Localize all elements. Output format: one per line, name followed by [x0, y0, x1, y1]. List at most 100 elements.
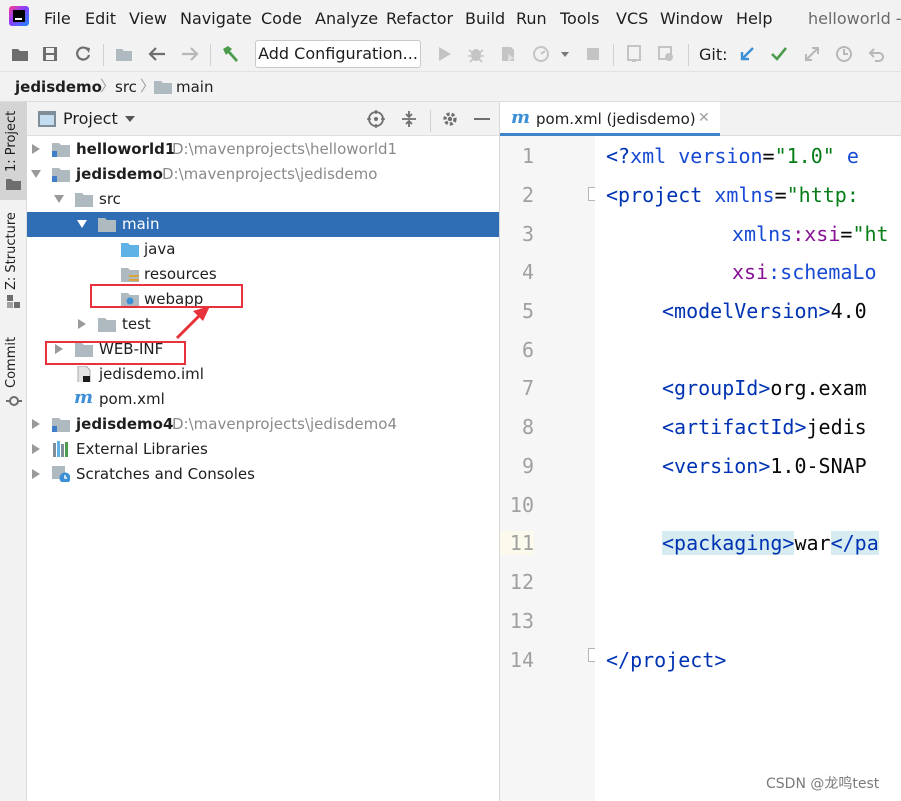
- tree-item-label: jedisdemo: [76, 165, 163, 183]
- header-separator: [430, 110, 431, 132]
- menu-build[interactable]: Build: [465, 9, 505, 29]
- project-tab-text: 1: Project: [4, 110, 19, 172]
- profile-icon[interactable]: [531, 44, 551, 64]
- tree-item-pom-xml[interactable]: m pom.xml: [27, 387, 499, 412]
- menu-analyze[interactable]: Analyze: [315, 9, 378, 29]
- forward-arrow-icon[interactable]: [180, 44, 200, 64]
- collapse-all-icon[interactable]: [399, 109, 419, 129]
- code-editor[interactable]: <?xml version="1.0" e <project xmlns="ht…: [595, 136, 901, 801]
- chevron-right-icon[interactable]: [31, 444, 41, 454]
- tree-item-external-libraries[interactable]: External Libraries: [27, 437, 499, 462]
- menu-navigate[interactable]: Navigate: [180, 9, 252, 29]
- breadcrumb: jedisdemo 〉 src 〉 main: [0, 72, 901, 102]
- line-number: 12: [509, 570, 534, 594]
- tree-item-label: main: [122, 215, 160, 233]
- minimize-icon[interactable]: [472, 109, 492, 129]
- annotation-arrow-icon: [175, 306, 210, 340]
- coverage-icon[interactable]: [498, 44, 518, 64]
- chevron-right-icon[interactable]: [77, 319, 87, 329]
- chevron-down-icon[interactable]: [31, 169, 41, 179]
- breadcrumb-src[interactable]: src: [115, 78, 137, 96]
- git-push-icon[interactable]: [802, 44, 822, 64]
- menu-edit[interactable]: Edit: [85, 9, 116, 29]
- save-all-icon[interactable]: [40, 44, 60, 64]
- code-line-5: <modelVersion>4.0: [662, 299, 867, 323]
- chevron-right-icon[interactable]: [31, 419, 41, 429]
- tree-item-main[interactable]: main: [27, 212, 499, 237]
- tree-item-java[interactable]: java: [27, 237, 499, 262]
- chevron-right-icon[interactable]: [31, 144, 41, 154]
- menu-code[interactable]: Code: [261, 9, 302, 29]
- chevron-right-icon: 〉: [140, 77, 156, 95]
- build-hammer-icon[interactable]: [220, 44, 240, 64]
- tree-item-jedisdemo-iml[interactable]: jedisdemo.iml: [27, 362, 499, 387]
- folder-icon: [154, 81, 172, 94]
- tree-item-jedisdemo[interactable]: jedisdemo D:\mavenprojects\jedisdemo: [27, 162, 499, 187]
- line-number: 5: [521, 299, 534, 323]
- structure-tab-text: Z: Structure: [4, 212, 19, 290]
- folder-icon: [75, 193, 93, 207]
- stop-icon[interactable]: [583, 44, 603, 64]
- chevron-right-icon: 〉: [100, 77, 116, 95]
- open-folder-icon[interactable]: [10, 44, 30, 64]
- rollback-icon[interactable]: [866, 44, 886, 64]
- menu-vcs[interactable]: VCS: [616, 9, 648, 29]
- tree-item-label: Scratches and Consoles: [76, 465, 255, 483]
- maven-file-icon: m: [511, 107, 531, 128]
- locate-crosshair-icon[interactable]: [366, 109, 386, 129]
- tree-item-label: External Libraries: [76, 440, 208, 458]
- main-toolbar: Add Configuration... Git:: [0, 36, 901, 72]
- module-folder-icon: [52, 168, 70, 182]
- menu-window[interactable]: Window: [660, 9, 723, 29]
- tree-item-path: D:\mavenprojects\helloworld1: [172, 140, 398, 158]
- chevron-down-icon[interactable]: [54, 194, 64, 204]
- tree-item-label: java: [144, 240, 176, 258]
- tree-item-jedisdemo4[interactable]: jedisdemo4 D:\mavenprojects\jedisdemo4: [27, 412, 499, 437]
- project-folder-icon[interactable]: [114, 44, 134, 64]
- toolbar-separator: [210, 44, 211, 66]
- tree-item-src[interactable]: src: [27, 187, 499, 212]
- chevron-down-icon[interactable]: [125, 116, 135, 123]
- chevron-down-icon[interactable]: [77, 219, 87, 229]
- line-number: 7: [521, 376, 534, 400]
- chevron-right-icon[interactable]: [31, 469, 41, 479]
- tree-item-scratches-and-consoles[interactable]: Scratches and Consoles: [27, 462, 499, 487]
- tree-item-label: test: [122, 315, 151, 333]
- code-line-3: xmlns:xsi="ht: [732, 222, 889, 246]
- git-commit-check-icon[interactable]: [769, 44, 789, 64]
- gear-icon[interactable]: [440, 109, 460, 129]
- close-icon[interactable]: ✕: [698, 109, 710, 127]
- device-icon[interactable]: [624, 44, 644, 64]
- tree-item-test[interactable]: test: [27, 312, 499, 337]
- tree-item-label: src: [99, 190, 121, 208]
- menu-refactor[interactable]: Refactor: [386, 9, 453, 29]
- code-line-2: <project xmlns="http:: [606, 183, 859, 207]
- menu-file[interactable]: File: [44, 9, 71, 29]
- code-line-7: <groupId>org.exam: [662, 376, 867, 400]
- menu-help[interactable]: Help: [736, 9, 772, 29]
- search-everywhere-icon[interactable]: [656, 44, 676, 64]
- synchronize-icon[interactable]: [73, 44, 93, 64]
- history-clock-icon[interactable]: [834, 44, 854, 64]
- breadcrumb-project[interactable]: jedisdemo: [15, 78, 102, 96]
- resources-folder-icon: [121, 268, 139, 282]
- tree-item-helloworld1[interactable]: helloworld1 D:\mavenprojects\helloworld1: [27, 137, 499, 162]
- project-tree: helloworld1 D:\mavenprojects\helloworld1…: [27, 136, 499, 801]
- project-panel-header: Project: [27, 102, 499, 136]
- tree-item-label: jedisdemo4: [76, 415, 174, 433]
- git-update-arrow-icon[interactable]: [737, 44, 757, 64]
- module-folder-icon: [52, 418, 70, 432]
- menu-run[interactable]: Run: [516, 9, 547, 29]
- breadcrumb-main[interactable]: main: [176, 78, 213, 96]
- tree-item-path: D:\mavenprojects\jedisdemo4: [172, 415, 397, 433]
- menu-tools[interactable]: Tools: [560, 9, 599, 29]
- menu-view[interactable]: View: [129, 9, 167, 29]
- run-icon[interactable]: [435, 44, 455, 64]
- tab-pom-xml[interactable]: m pom.xml (jedisdemo) ✕: [500, 102, 720, 136]
- code-line-8: <artifactId>jedis: [662, 415, 867, 439]
- chevron-down-icon[interactable]: [555, 44, 575, 64]
- project-panel-title[interactable]: Project: [63, 110, 118, 128]
- add-configuration-button[interactable]: Add Configuration...: [255, 40, 421, 68]
- back-arrow-icon[interactable]: [147, 44, 167, 64]
- debug-bug-icon[interactable]: [466, 44, 486, 64]
